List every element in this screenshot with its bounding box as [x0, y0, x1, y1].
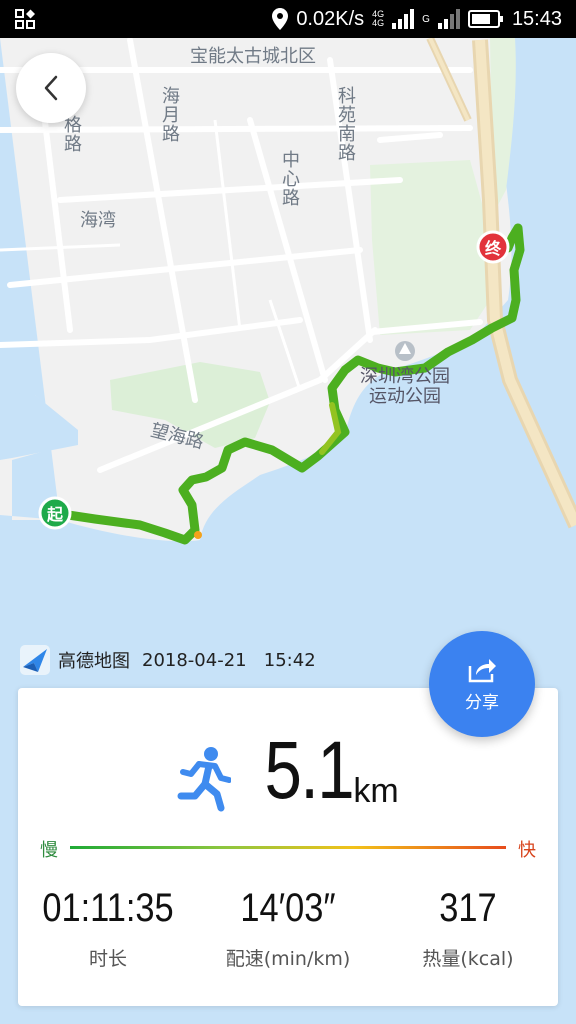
map-attribution: 高德地图 2018-04-21 15:42 — [20, 645, 316, 675]
speed-legend: 慢 快 — [40, 836, 536, 861]
map-label-haiwan: 海湾 — [80, 210, 116, 231]
sim2-tech: G — [422, 13, 430, 25]
stat-pace-label: 配速(min/km) — [225, 948, 351, 970]
end-marker-label: 终 — [485, 239, 502, 258]
record-datetime: 2018-04-21 15:42 — [142, 649, 316, 671]
map-label-park-line1: 深圳湾公园 — [360, 366, 450, 387]
map-label-zhongxin-road: 中心路 — [279, 150, 300, 207]
start-marker-label: 起 — [46, 505, 64, 524]
running-icon — [177, 747, 232, 812]
distance-row: 5.1 km — [18, 730, 558, 812]
park-green-2 — [370, 160, 490, 335]
stat-duration-value: 01:11:35 — [42, 886, 174, 930]
amap-logo-icon — [20, 645, 50, 675]
app-notification-icon — [15, 9, 35, 29]
park-poi-icon — [395, 341, 415, 361]
distance-unit: km — [353, 772, 399, 810]
location-icon — [272, 8, 289, 30]
network-speed: 0.02K/s — [296, 7, 365, 30]
status-bar: 0.02K/s 4G 4G G 15:43 — [0, 0, 576, 38]
stats-row: 01:11:35 时长 14′03″ 配速(min/km) 317 热量(kca… — [18, 888, 558, 971]
start-marker[interactable]: 起 — [38, 496, 72, 530]
stat-duration-label: 时长 — [88, 948, 127, 970]
share-icon — [468, 658, 496, 682]
share-label: 分享 — [465, 692, 499, 713]
map-label-haiyue-road: 海月路 — [159, 86, 180, 143]
stat-pace-value: 14′03″ — [240, 886, 336, 930]
battery-icon — [467, 10, 503, 28]
distance-value: 5.1 — [264, 725, 355, 816]
clock: 15:43 — [511, 7, 562, 30]
chevron-left-icon — [44, 75, 58, 101]
share-button[interactable]: 分享 — [429, 631, 535, 737]
map-label-park-line2: 运动公园 — [369, 386, 441, 407]
fast-label: 快 — [518, 840, 536, 861]
signal-icon — [392, 9, 415, 29]
map-label-ge-road: 格路 — [61, 115, 82, 153]
signal-2-icon — [437, 9, 460, 29]
slow-label: 慢 — [40, 840, 58, 861]
stat-calories-value: 317 — [439, 886, 497, 930]
map-label-kejinan-road: 科苑南路 — [335, 86, 356, 162]
back-button[interactable] — [16, 53, 86, 123]
brand-name: 高德地图 — [58, 651, 130, 672]
stat-calories-label: 热量(kcal) — [422, 948, 514, 970]
stat-calories: 317 热量(kcal) — [378, 888, 558, 971]
sim1-tech-2: 4G — [372, 18, 385, 28]
stat-duration: 01:11:35 时长 — [18, 888, 198, 971]
stat-pace: 14′03″ 配速(min/km) — [198, 888, 378, 971]
speed-gradient-bar — [70, 846, 506, 849]
route-end-dot — [194, 531, 202, 539]
end-marker[interactable]: 终 — [476, 230, 510, 264]
map-label-district: 宝能太古城北区 — [190, 46, 316, 67]
